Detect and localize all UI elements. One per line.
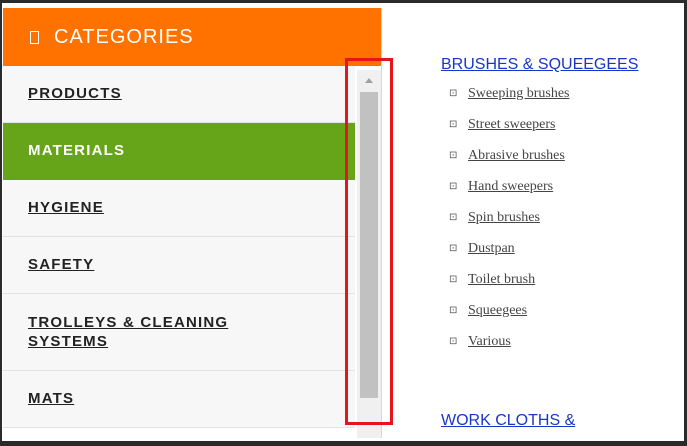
list-item: ⊡ Dustpan bbox=[449, 233, 681, 264]
bullet-icon: ⊡ bbox=[449, 181, 458, 192]
subcategory-link[interactable]: Toilet brush bbox=[468, 272, 535, 288]
list-item: ⊡ Street sweepers bbox=[449, 109, 681, 140]
menu-item-safety[interactable]: SAFETY bbox=[3, 237, 355, 294]
bullet-icon: ⊡ bbox=[449, 305, 458, 316]
subcategory-link[interactable]: Street sweepers bbox=[468, 117, 555, 133]
subcategory-panel: BRUSHES & SQUEEGEES ⊡ Sweeping brushes ⊡ S… bbox=[441, 54, 681, 429]
subcategory-link[interactable]: Sweeping brushes bbox=[468, 86, 570, 102]
menu-item-label[interactable]: SAFETY bbox=[28, 255, 94, 275]
list-item: ⊡ Spin brushes bbox=[449, 202, 681, 233]
subcategory-link[interactable]: Abrasive brushes bbox=[468, 148, 565, 164]
section-title-brushes[interactable]: BRUSHES & SQUEEGEES bbox=[441, 54, 681, 75]
menu-item-label[interactable]: MATS bbox=[28, 389, 74, 409]
menu-item-products[interactable]: PRODUCTS bbox=[3, 66, 355, 123]
bullet-icon: ⊡ bbox=[449, 150, 458, 161]
categories-header: CATEGORIES bbox=[3, 8, 381, 66]
bullet-icon: ⊡ bbox=[449, 243, 458, 254]
menu-item-label[interactable]: PRODUCTS bbox=[28, 84, 122, 104]
list-item: ⊡ Sweeping brushes bbox=[449, 78, 681, 109]
subcategory-link[interactable]: Dustpan bbox=[468, 241, 515, 257]
menu-item-label[interactable]: HYGIENE bbox=[28, 198, 104, 218]
list-item: ⊡ Toilet brush bbox=[449, 264, 681, 295]
categories-sidebar: CATEGORIES PRODUCTS MATERIALS HYGIENE SA… bbox=[3, 8, 382, 438]
subcategory-link[interactable]: Various bbox=[468, 334, 511, 350]
menu-item-label[interactable]: TROLLEYS & CLEANING SYSTEMS bbox=[28, 313, 268, 352]
section-title-work-cloths[interactable]: WORK CLOTHS & bbox=[441, 410, 575, 431]
bullet-icon: ⊡ bbox=[449, 212, 458, 223]
bullet-icon: ⊡ bbox=[449, 336, 458, 347]
categories-title: CATEGORIES bbox=[54, 25, 194, 48]
bullet-icon: ⊡ bbox=[449, 274, 458, 285]
list-item: ⊡ Abrasive brushes bbox=[449, 140, 681, 171]
subcategory-link[interactable]: Squeegees bbox=[468, 303, 527, 319]
menu-item-label[interactable]: MATERIALS bbox=[28, 141, 125, 161]
list-item: ⊡ Various bbox=[449, 326, 681, 357]
list-item: ⊡ Squeegees bbox=[449, 295, 681, 326]
menu-item-trolleys[interactable]: TROLLEYS & CLEANING SYSTEMS bbox=[3, 294, 355, 371]
bullet-icon: ⊡ bbox=[449, 119, 458, 130]
list-item: ⊡ Hand sweepers bbox=[449, 171, 681, 202]
menu-item-mats[interactable]: MATS bbox=[3, 371, 355, 428]
subcategory-link[interactable]: Spin brushes bbox=[468, 210, 540, 226]
subcategory-link[interactable]: Hand sweepers bbox=[468, 179, 553, 195]
brushes-list: ⊡ Sweeping brushes ⊡ Street sweepers ⊡ Abra… bbox=[449, 78, 681, 357]
bullet-icon: ⊡ bbox=[449, 88, 458, 99]
category-menu: PRODUCTS MATERIALS HYGIENE SAFETY TROLLE… bbox=[3, 66, 355, 428]
square-icon bbox=[30, 30, 39, 44]
scrollbar-highlight-box bbox=[345, 58, 393, 425]
menu-item-materials[interactable]: MATERIALS bbox=[3, 123, 355, 180]
menu-item-hygiene[interactable]: HYGIENE bbox=[3, 180, 355, 237]
